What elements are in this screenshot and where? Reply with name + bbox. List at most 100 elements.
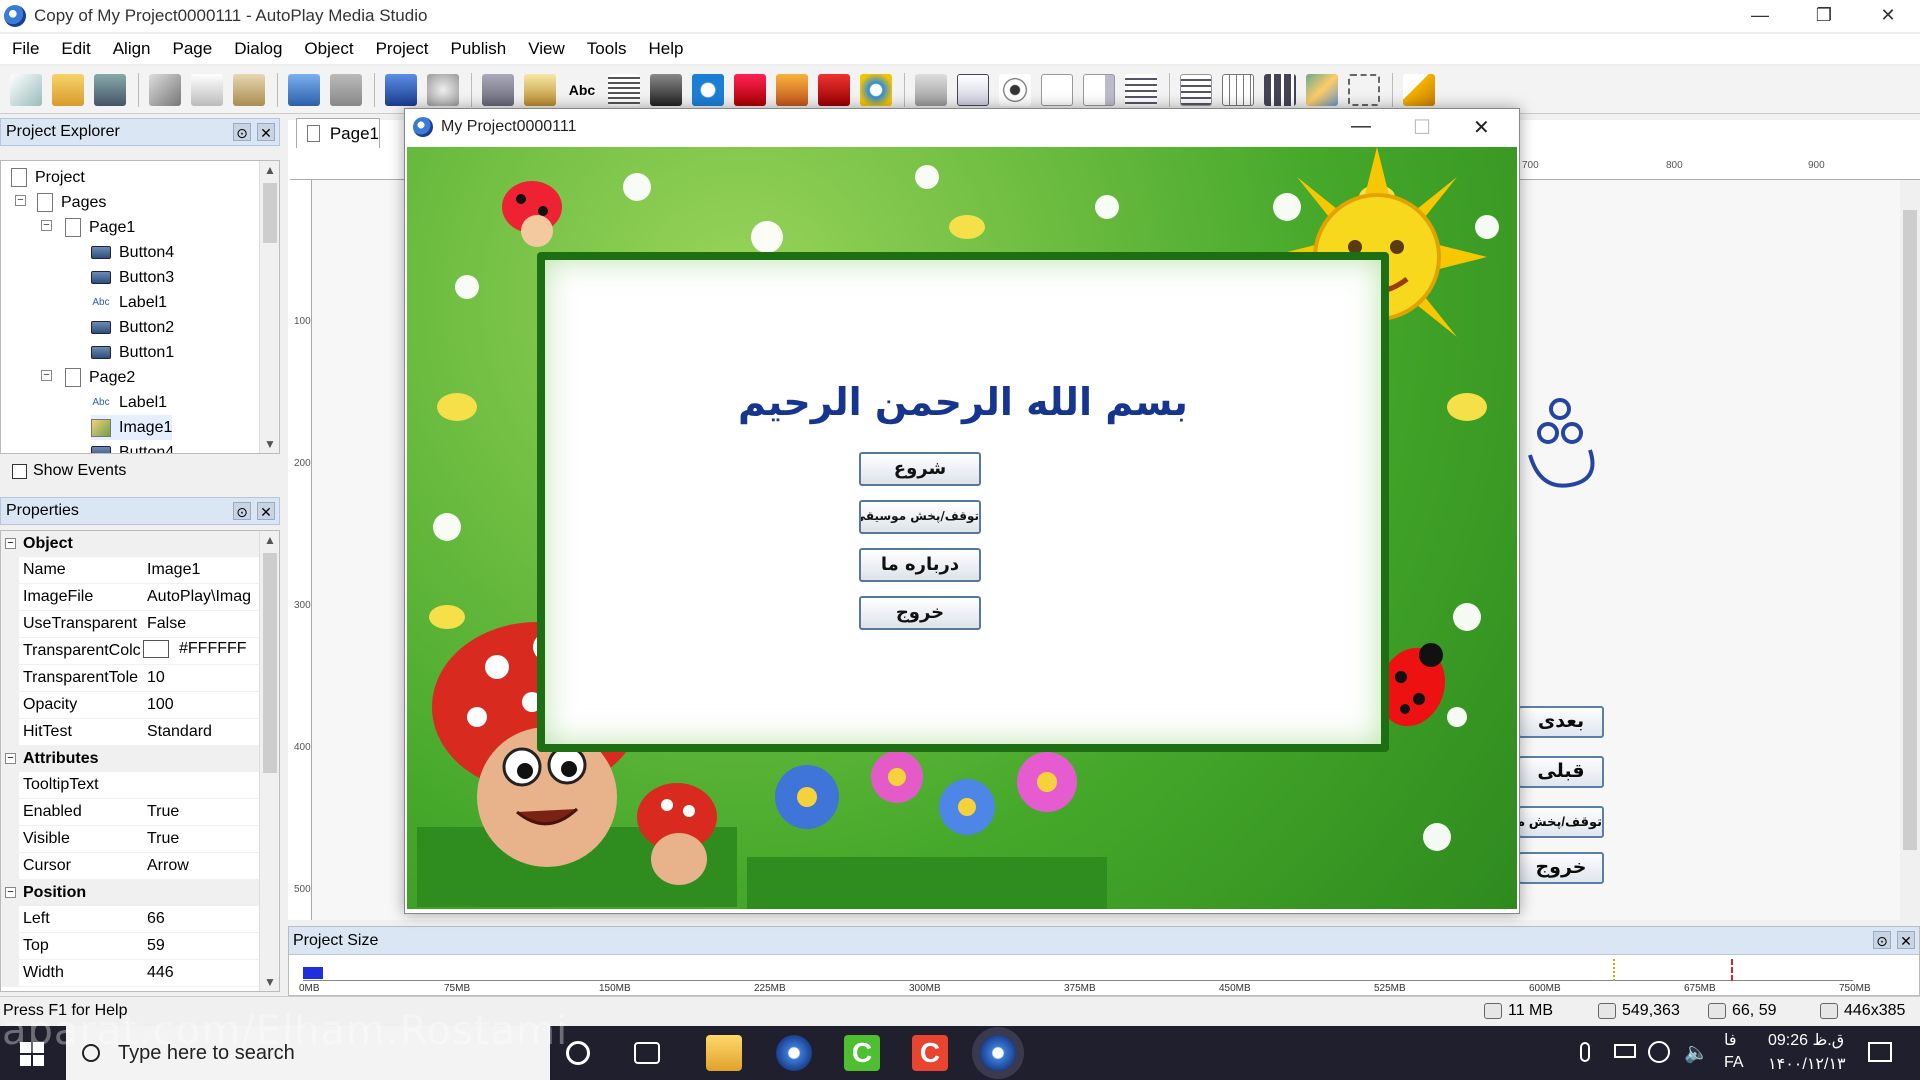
scroll-down-icon[interactable]: ▼ [260, 975, 279, 989]
browser-object-icon[interactable] [860, 73, 892, 106]
image-object-icon[interactable] [524, 73, 556, 106]
microphone-icon[interactable] [1580, 1042, 1590, 1062]
menu-view[interactable]: View [528, 39, 565, 59]
scroll-thumb[interactable] [263, 553, 277, 773]
preview-icon[interactable] [385, 73, 417, 106]
scroll-thumb[interactable] [1903, 210, 1917, 850]
web-object-icon[interactable] [692, 73, 724, 106]
network-globe-icon[interactable] [1648, 1041, 1670, 1063]
preview-close-button[interactable]: ✕ [1473, 115, 1490, 140]
checkbox-icon[interactable] [12, 463, 27, 479]
explorer-scrollbar[interactable]: ▲ ▼ [259, 161, 279, 453]
redo-icon[interactable] [330, 73, 362, 106]
category-object[interactable]: − Object [1, 531, 259, 557]
undo-icon[interactable] [288, 73, 320, 106]
autoplay-taskbar-icon[interactable] [776, 1035, 812, 1071]
listbox-object-icon[interactable] [1125, 73, 1157, 106]
exit-button[interactable]: خروج [859, 596, 981, 630]
property-visible[interactable]: Visible True [1, 826, 259, 853]
pin-icon[interactable]: ⊙ [233, 502, 251, 520]
combobox-object-icon[interactable] [1083, 73, 1115, 106]
about-us-button[interactable]: درباره ما [859, 548, 981, 582]
property-tooltiptext[interactable]: TooltipText [1, 772, 259, 799]
preview-maximize-button[interactable]: ☐ [1413, 115, 1431, 140]
tree-item-button1[interactable]: Button1 [91, 340, 174, 365]
close-icon[interactable]: ✕ [257, 123, 275, 141]
menu-file[interactable]: File [12, 39, 39, 59]
toggle-music-button[interactable]: توقف/پخش مو [1518, 806, 1604, 838]
camtasia-green-icon[interactable]: C [844, 1035, 880, 1071]
collapse-icon[interactable]: − [5, 753, 16, 764]
scroll-thumb[interactable] [263, 183, 277, 243]
checkbox-object-icon[interactable] [957, 73, 989, 106]
menu-edit[interactable]: Edit [61, 39, 90, 59]
camtasia-red-icon[interactable]: C [912, 1035, 948, 1071]
language-indicator-top[interactable]: فا [1724, 1030, 1737, 1050]
selection-icon[interactable] [1348, 73, 1380, 106]
previous-button[interactable]: قبلی [1518, 756, 1604, 788]
radio-object-icon[interactable] [999, 73, 1031, 106]
menu-tools[interactable]: Tools [587, 39, 627, 59]
volume-icon[interactable]: 🔈 [1684, 1040, 1709, 1065]
property-cursor[interactable]: Cursor Arrow [1, 853, 259, 880]
properties-scrollbar[interactable]: ▲ ▼ [259, 531, 279, 991]
text-cursor-icon[interactable] [1041, 73, 1073, 106]
close-button[interactable]: ✕ [1856, 0, 1920, 32]
show-events-checkbox[interactable]: Show Events [12, 462, 126, 480]
clock-date[interactable]: ۱۴۰۰/۱۲/۱۳ [1768, 1054, 1846, 1074]
collapse-icon[interactable]: − [5, 538, 16, 549]
collapse-icon[interactable]: − [41, 370, 52, 381]
scroll-up-icon[interactable]: ▲ [260, 533, 279, 547]
tree-item-label1[interactable]: Abc Label1 [91, 290, 167, 315]
button-object-icon[interactable] [482, 73, 514, 106]
toggle-music-button[interactable]: توقف/پخش موسیقی [859, 500, 981, 534]
menu-publish[interactable]: Publish [450, 39, 506, 59]
preview-minimize-button[interactable]: — [1351, 115, 1371, 138]
tab-page1[interactable]: Page1 [296, 118, 380, 148]
paste-icon[interactable] [233, 73, 265, 106]
tree-item-image1[interactable]: Image1 [91, 415, 173, 440]
collapse-icon[interactable]: − [41, 220, 52, 231]
tree-item-button2[interactable]: Button2 [91, 315, 174, 340]
tree-item-page1[interactable]: Page1 [65, 215, 135, 240]
label-object-icon[interactable]: Abc [566, 73, 598, 106]
slideshow-object-icon[interactable] [776, 73, 808, 106]
property-imagefile[interactable]: ImageFile AutoPlay\Imag [1, 584, 259, 611]
pin-icon[interactable]: ⊙ [233, 123, 251, 141]
tree-item-pages[interactable]: Pages [37, 190, 106, 215]
category-position[interactable]: − Position [1, 880, 259, 906]
collapse-icon[interactable]: − [5, 887, 16, 898]
property-top[interactable]: Top 59 [1, 933, 259, 960]
tree-item-button4[interactable]: Button4 [91, 440, 174, 453]
minimize-button[interactable]: — [1728, 0, 1792, 32]
next-button[interactable]: بعدی [1518, 706, 1604, 738]
open-folder-icon[interactable] [52, 73, 84, 106]
menu-page[interactable]: Page [173, 39, 213, 59]
property-opacity[interactable]: Opacity 100 [1, 692, 259, 719]
copy-icon[interactable] [191, 73, 223, 106]
property-transparenttolerance[interactable]: TransparentTole 10 [1, 665, 259, 692]
clock-time[interactable]: ق.ظ 09:26 [1768, 1030, 1844, 1050]
start-button[interactable]: شروع [859, 452, 981, 486]
tree-item-label1[interactable]: Abc Label1 [91, 390, 167, 415]
property-left[interactable]: Left 66 [1, 906, 259, 933]
menu-align[interactable]: Align [113, 39, 151, 59]
menu-object[interactable]: Object [304, 39, 353, 59]
property-hittest[interactable]: HitTest Standard [1, 719, 259, 746]
close-icon[interactable]: ✕ [257, 502, 275, 520]
paragraph-object-icon[interactable] [608, 73, 640, 106]
menu-help[interactable]: Help [648, 39, 683, 59]
tree-item-button4[interactable]: Button4 [91, 240, 174, 265]
scroll-up-icon[interactable]: ▲ [260, 163, 279, 177]
flash-object-icon[interactable] [734, 73, 766, 106]
columns-icon[interactable] [1264, 73, 1296, 106]
tree-item-project[interactable]: Project [11, 165, 85, 190]
exit-button[interactable]: خروج [1518, 852, 1604, 884]
input-object-icon[interactable] [915, 73, 947, 106]
publish-cd-icon[interactable] [427, 73, 459, 106]
cortana-icon[interactable] [566, 1041, 590, 1065]
autoplay-preview-taskbar-icon[interactable] [980, 1035, 1016, 1071]
tree-item-page2[interactable]: Page2 [65, 365, 135, 390]
property-enabled[interactable]: Enabled True [1, 799, 259, 826]
grid-object-icon[interactable] [1222, 73, 1254, 106]
